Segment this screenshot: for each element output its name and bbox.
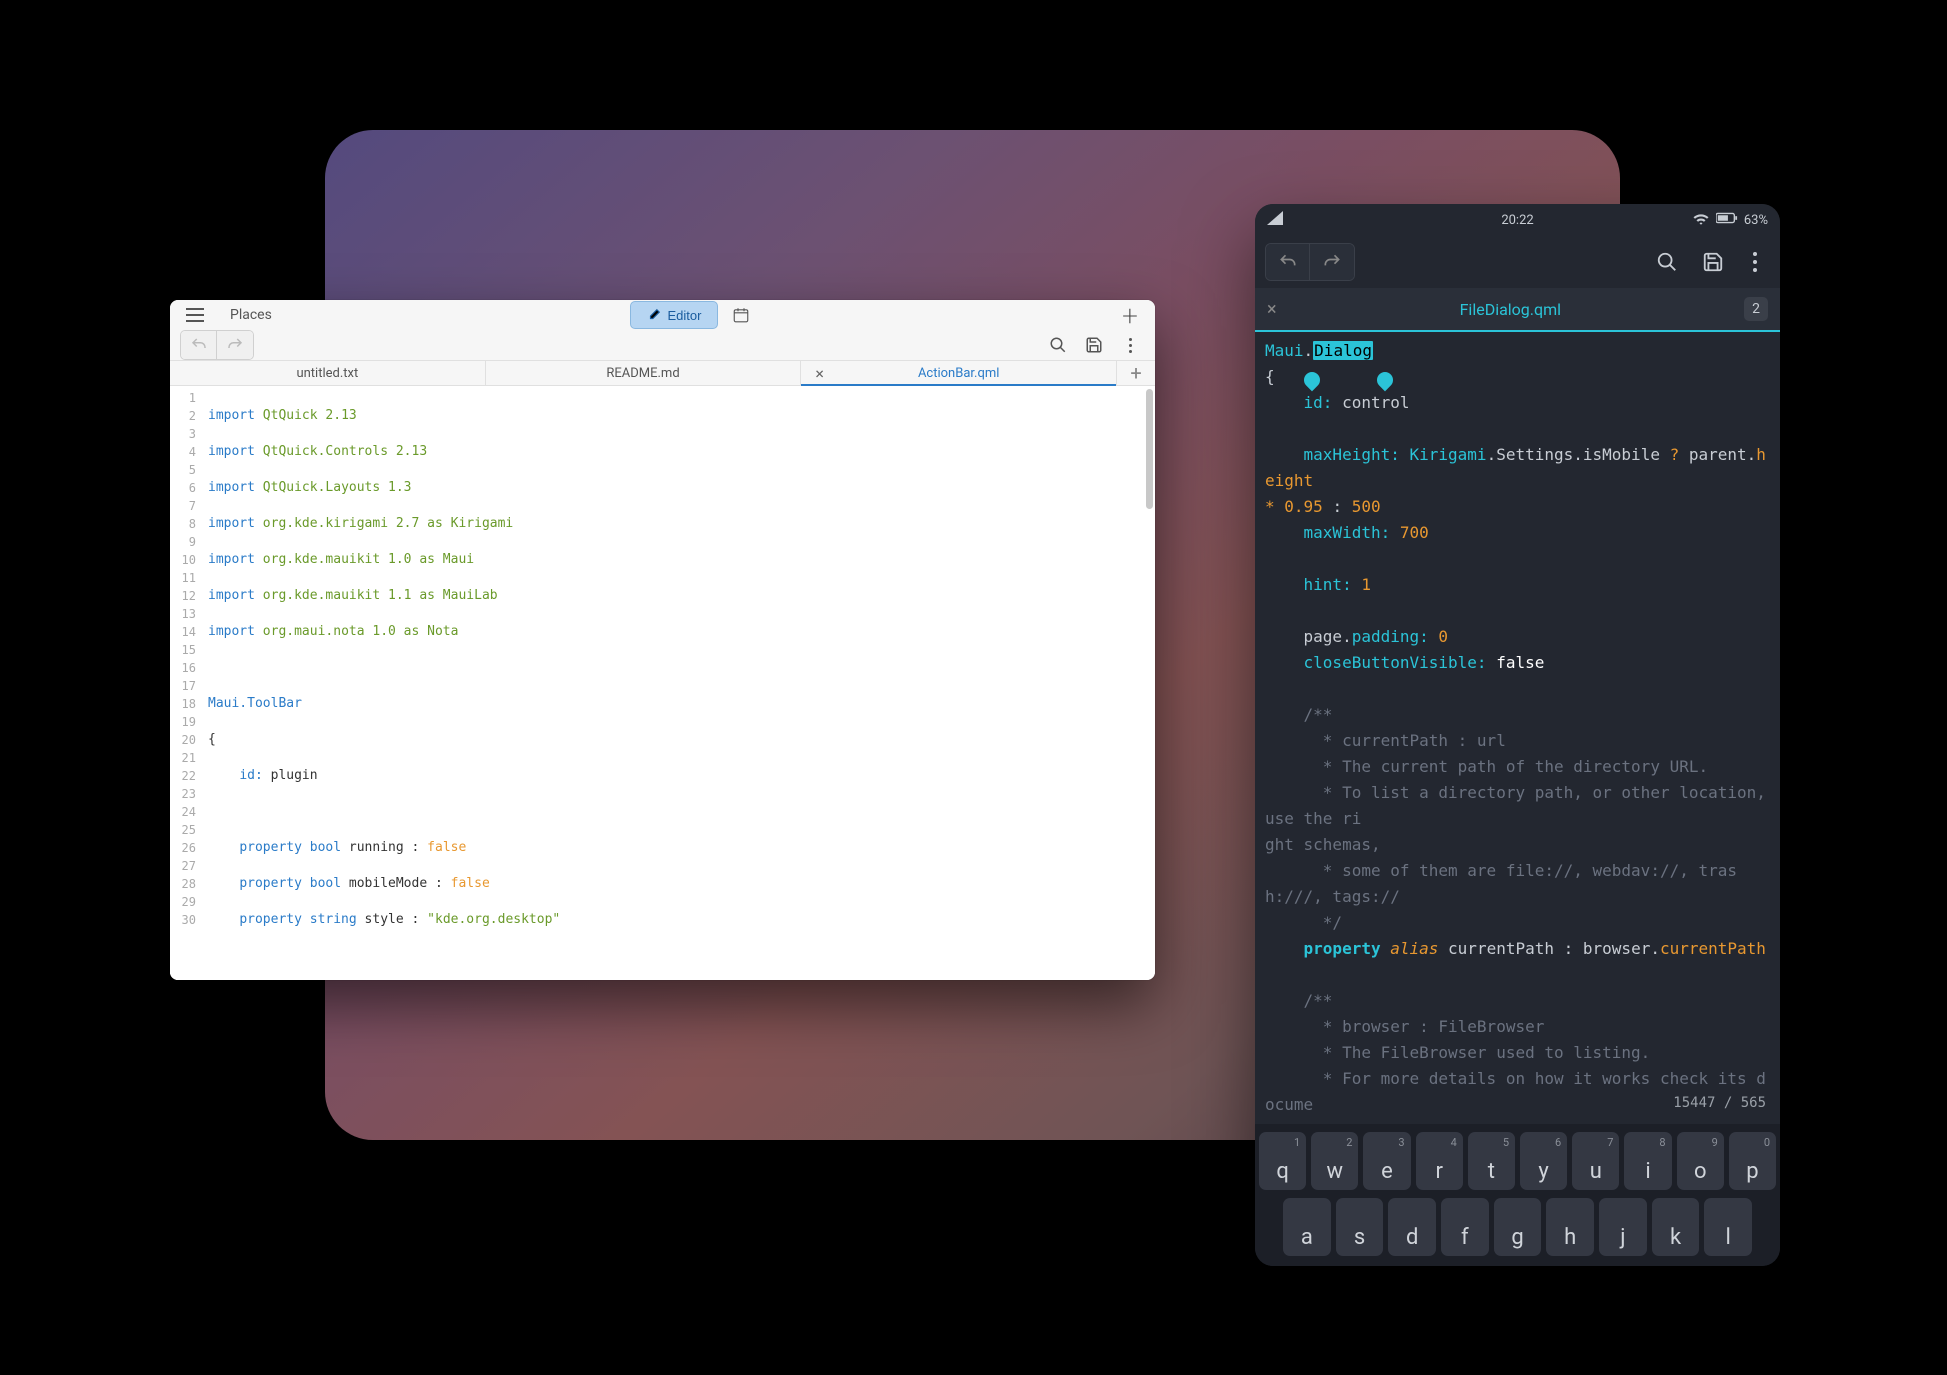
key-a[interactable]: a (1283, 1198, 1331, 1256)
editor-mode-label: Editor (667, 308, 701, 323)
new-window-button[interactable]: + (1115, 300, 1145, 330)
key-f[interactable]: f (1441, 1198, 1489, 1256)
overflow-menu-icon[interactable] (1740, 252, 1770, 272)
tab-readme[interactable]: README.md (486, 361, 802, 385)
mobile-tab[interactable]: × FileDialog.qml 2 (1255, 288, 1780, 332)
key-u[interactable]: 7u (1572, 1132, 1619, 1190)
tab-count-badge: 2 (1744, 297, 1768, 321)
desktop-tabs: untitled.txt README.md × ActionBar.qml + (170, 360, 1155, 386)
places-label[interactable]: Places (230, 307, 272, 323)
calendar-icon[interactable] (726, 301, 756, 329)
editor-mode-button[interactable]: Editor (630, 301, 718, 329)
tab-title: FileDialog.qml (1277, 300, 1744, 319)
key-k[interactable]: k (1652, 1198, 1700, 1256)
desktop-titlebar: Places Editor + (170, 300, 1155, 330)
key-y[interactable]: 6y (1520, 1132, 1567, 1190)
key-g[interactable]: g (1494, 1198, 1542, 1256)
battery-icon (1716, 212, 1738, 228)
mobile-status-bar: 20:22 63% (1255, 204, 1780, 236)
key-e[interactable]: 3e (1363, 1132, 1410, 1190)
key-w[interactable]: 2w (1311, 1132, 1358, 1190)
search-icon[interactable] (1043, 330, 1073, 360)
line-gutter: 12345678910 11121314151617181920 2122232… (170, 386, 202, 980)
redo-button[interactable] (217, 331, 253, 359)
code-content[interactable]: import QtQuick 2.13 import QtQuick.Contr… (202, 386, 1155, 980)
scrollbar-thumb[interactable] (1146, 389, 1153, 509)
redo-button[interactable] (1310, 244, 1354, 280)
signal-icon (1267, 211, 1283, 229)
key-o[interactable]: 9o (1677, 1132, 1724, 1190)
key-i[interactable]: 8i (1624, 1132, 1671, 1190)
key-d[interactable]: d (1388, 1198, 1436, 1256)
key-p[interactable]: 0p (1729, 1132, 1776, 1190)
tab-label: README.md (606, 366, 679, 381)
battery-percent: 63% (1744, 213, 1768, 228)
undo-button[interactable] (181, 331, 217, 359)
close-tab-icon[interactable]: × (1267, 299, 1277, 320)
overflow-menu-icon[interactable] (1115, 338, 1145, 353)
tab-actionbar[interactable]: × ActionBar.qml (801, 361, 1117, 385)
desktop-editor-window: Places Editor + (170, 300, 1155, 980)
mobile-code-editor[interactable]: Maui.Dialog { id: control maxHeight: Kir… (1255, 332, 1780, 1124)
desktop-toolbar (170, 330, 1155, 360)
key-s[interactable]: s (1336, 1198, 1384, 1256)
tab-label: untitled.txt (296, 366, 358, 381)
tab-untitled[interactable]: untitled.txt (170, 361, 486, 385)
search-icon[interactable] (1648, 243, 1686, 281)
key-q[interactable]: 1q (1259, 1132, 1306, 1190)
desktop-code-editor[interactable]: 12345678910 11121314151617181920 2122232… (170, 386, 1155, 980)
save-icon[interactable] (1079, 330, 1109, 360)
key-t[interactable]: 5t (1468, 1132, 1515, 1190)
undo-button[interactable] (1266, 244, 1310, 280)
key-h[interactable]: h (1546, 1198, 1594, 1256)
clock: 20:22 (1501, 213, 1533, 228)
mobile-toolbar (1255, 236, 1780, 288)
mobile-editor-window: 20:22 63% (1255, 204, 1780, 1266)
key-j[interactable]: j (1599, 1198, 1647, 1256)
tab-label: ActionBar.qml (918, 366, 999, 381)
mobile-cursor-status: 15447 / 565 (1673, 1090, 1766, 1116)
history-buttons (1265, 243, 1355, 281)
key-r[interactable]: 4r (1416, 1132, 1463, 1190)
save-icon[interactable] (1694, 243, 1732, 281)
wifi-icon (1692, 211, 1710, 229)
history-buttons (180, 330, 254, 360)
text-selection[interactable]: Dialog (1313, 341, 1373, 360)
virtual-keyboard: 1q2w3e4r5t6y7u8i9o0p asdfghjkl (1255, 1124, 1780, 1266)
key-l[interactable]: l (1704, 1198, 1752, 1256)
new-tab-button[interactable]: + (1117, 361, 1155, 385)
close-tab-icon[interactable]: × (815, 364, 824, 383)
hamburger-icon[interactable] (180, 300, 210, 330)
selection-handle-right[interactable] (1374, 369, 1397, 392)
selection-handle-left[interactable] (1300, 369, 1323, 392)
